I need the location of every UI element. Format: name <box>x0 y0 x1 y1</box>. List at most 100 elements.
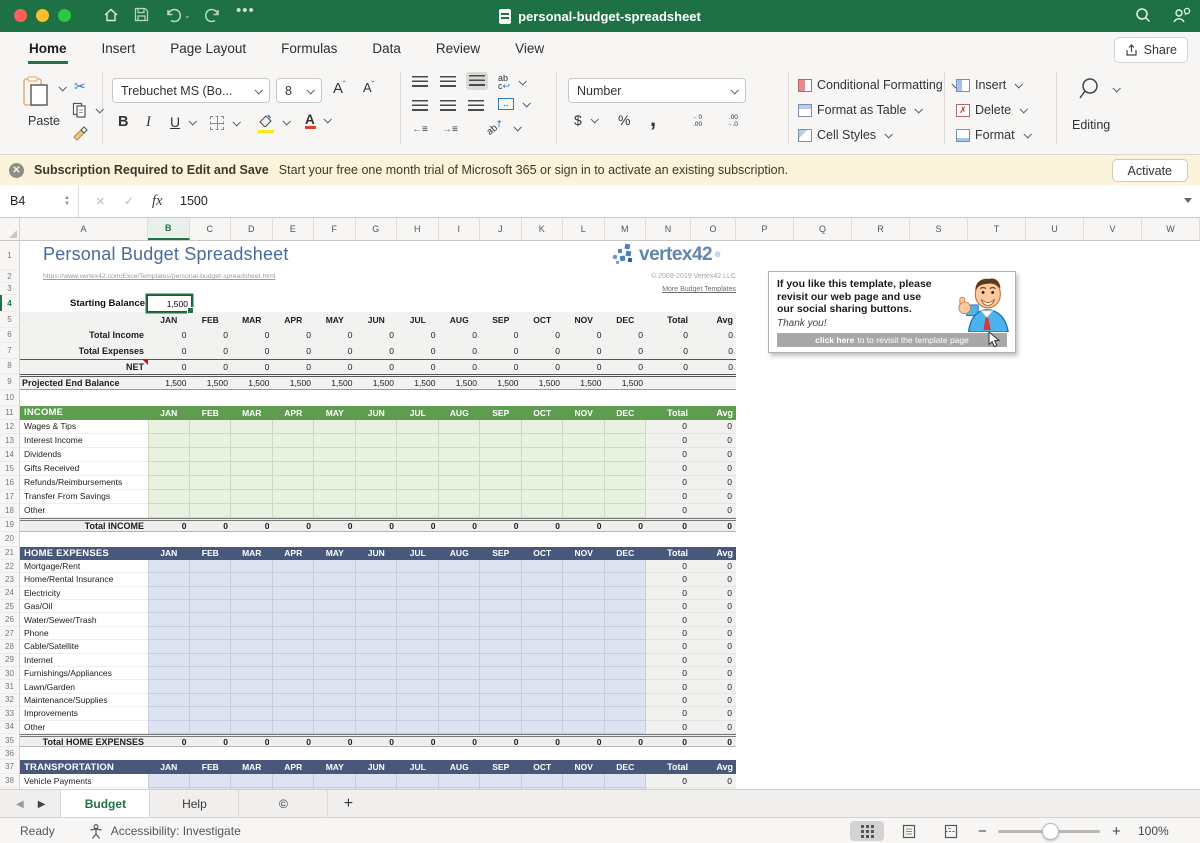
cell[interactable] <box>148 613 190 626</box>
tab-view[interactable]: View <box>514 34 545 64</box>
cell[interactable] <box>356 627 398 640</box>
cell[interactable] <box>691 377 736 389</box>
column-header-F[interactable]: F <box>314 218 356 240</box>
cell[interactable]: INCOME <box>20 406 148 420</box>
cell[interactable] <box>273 490 315 504</box>
cell[interactable] <box>273 573 315 586</box>
cell[interactable]: NOV <box>563 406 605 420</box>
cell[interactable] <box>522 560 564 573</box>
cell[interactable]: 0 <box>148 343 190 359</box>
cell[interactable]: 0 <box>691 328 736 344</box>
row-header-12[interactable]: 12 <box>0 420 20 434</box>
cell[interactable] <box>480 448 522 462</box>
close-window-button[interactable] <box>14 9 27 22</box>
vertex42-logo[interactable]: vertex42® <box>610 243 720 267</box>
cell[interactable]: Total Income <box>20 328 148 344</box>
row-header-18[interactable]: 18 <box>0 504 20 518</box>
cell[interactable]: 0 <box>646 521 691 531</box>
cell[interactable]: 0 <box>646 448 691 462</box>
cell[interactable] <box>563 434 605 448</box>
cell[interactable]: Avg <box>691 406 736 420</box>
column-header-K[interactable]: K <box>522 218 564 240</box>
cell[interactable]: 0 <box>691 490 736 504</box>
undo-icon[interactable] <box>163 6 181 24</box>
cell[interactable] <box>190 667 232 680</box>
cell[interactable] <box>314 434 356 448</box>
cell[interactable]: 0 <box>646 640 691 653</box>
cell[interactable] <box>522 694 564 707</box>
cell[interactable] <box>480 721 522 734</box>
cell[interactable]: 0 <box>646 360 691 375</box>
cell[interactable]: 0 <box>480 328 522 344</box>
cell[interactable] <box>190 600 232 613</box>
cell[interactable]: APR <box>273 547 315 560</box>
cell[interactable] <box>190 680 232 693</box>
cell[interactable]: 0 <box>646 721 691 734</box>
cell[interactable] <box>397 490 439 504</box>
sheet-tab-help[interactable]: Help <box>149 790 239 818</box>
cell[interactable]: 0 <box>691 613 736 626</box>
item-label[interactable]: Home/Rental Insurance <box>20 573 148 586</box>
cell[interactable]: 0 <box>691 504 736 518</box>
cell[interactable] <box>480 627 522 640</box>
cell[interactable] <box>522 640 564 653</box>
more-templates-link[interactable]: More Budget Templates <box>516 286 736 293</box>
cell[interactable] <box>356 654 398 667</box>
row-header-30[interactable]: 30 <box>0 667 20 680</box>
cell[interactable] <box>397 420 439 434</box>
cell[interactable] <box>148 640 190 653</box>
section-header-income[interactable]: INCOMEJANFEBMARAPRMAYJUNJULAUGSEPOCTNOVD… <box>20 406 736 420</box>
item-label[interactable]: Phone <box>20 627 148 640</box>
cell[interactable]: AUG <box>439 406 481 420</box>
cell[interactable] <box>480 462 522 476</box>
cell[interactable]: 0 <box>605 343 647 359</box>
cell[interactable]: MAY <box>314 406 356 420</box>
cell[interactable] <box>231 640 273 653</box>
cell[interactable] <box>356 774 398 788</box>
cell[interactable]: SEP <box>480 312 522 328</box>
cell[interactable]: 0 <box>356 343 398 359</box>
empty-cell[interactable] <box>20 295 1200 312</box>
cell[interactable] <box>480 490 522 504</box>
cell[interactable]: 1,500 <box>563 377 605 389</box>
normal-view-button[interactable] <box>850 821 884 841</box>
conditional-formatting-button[interactable]: Conditional Formatting <box>798 78 958 92</box>
cell[interactable] <box>439 654 481 667</box>
cell[interactable] <box>148 774 190 788</box>
cell[interactable] <box>356 420 398 434</box>
cell[interactable]: 0 <box>148 328 190 344</box>
cell[interactable] <box>480 774 522 788</box>
row-header-11[interactable]: 11 <box>0 406 20 420</box>
column-header-C[interactable]: C <box>190 218 232 240</box>
cell[interactable] <box>273 721 315 734</box>
cell[interactable] <box>273 587 315 600</box>
cell[interactable]: 0 <box>691 420 736 434</box>
cell[interactable]: JAN <box>148 547 190 560</box>
cell[interactable]: 0 <box>273 521 315 531</box>
tab-data[interactable]: Data <box>371 34 402 64</box>
cell[interactable] <box>439 774 481 788</box>
cell[interactable] <box>356 587 398 600</box>
row-header-33[interactable]: 33 <box>0 707 20 720</box>
cell[interactable] <box>231 707 273 720</box>
cell[interactable]: 0 <box>356 737 398 746</box>
cell[interactable]: Total <box>646 547 691 560</box>
cell[interactable] <box>522 476 564 490</box>
cell[interactable] <box>273 654 315 667</box>
cell[interactable] <box>190 448 232 462</box>
cell[interactable]: OCT <box>522 312 564 328</box>
cell[interactable] <box>148 721 190 734</box>
cell[interactable] <box>314 654 356 667</box>
empty-cell[interactable] <box>736 504 1200 518</box>
cell[interactable] <box>314 476 356 490</box>
cell[interactable] <box>522 504 564 518</box>
column-header-D[interactable]: D <box>231 218 273 240</box>
increase-indent-icon[interactable]: →≡ <box>442 124 458 135</box>
cell[interactable] <box>20 312 148 328</box>
cell[interactable]: 0 <box>522 521 564 531</box>
empty-cell[interactable] <box>736 694 1200 707</box>
column-header-G[interactable]: G <box>356 218 398 240</box>
cell[interactable]: APR <box>273 760 315 774</box>
cell[interactable]: 0 <box>231 360 273 375</box>
cell[interactable]: FEB <box>190 406 232 420</box>
